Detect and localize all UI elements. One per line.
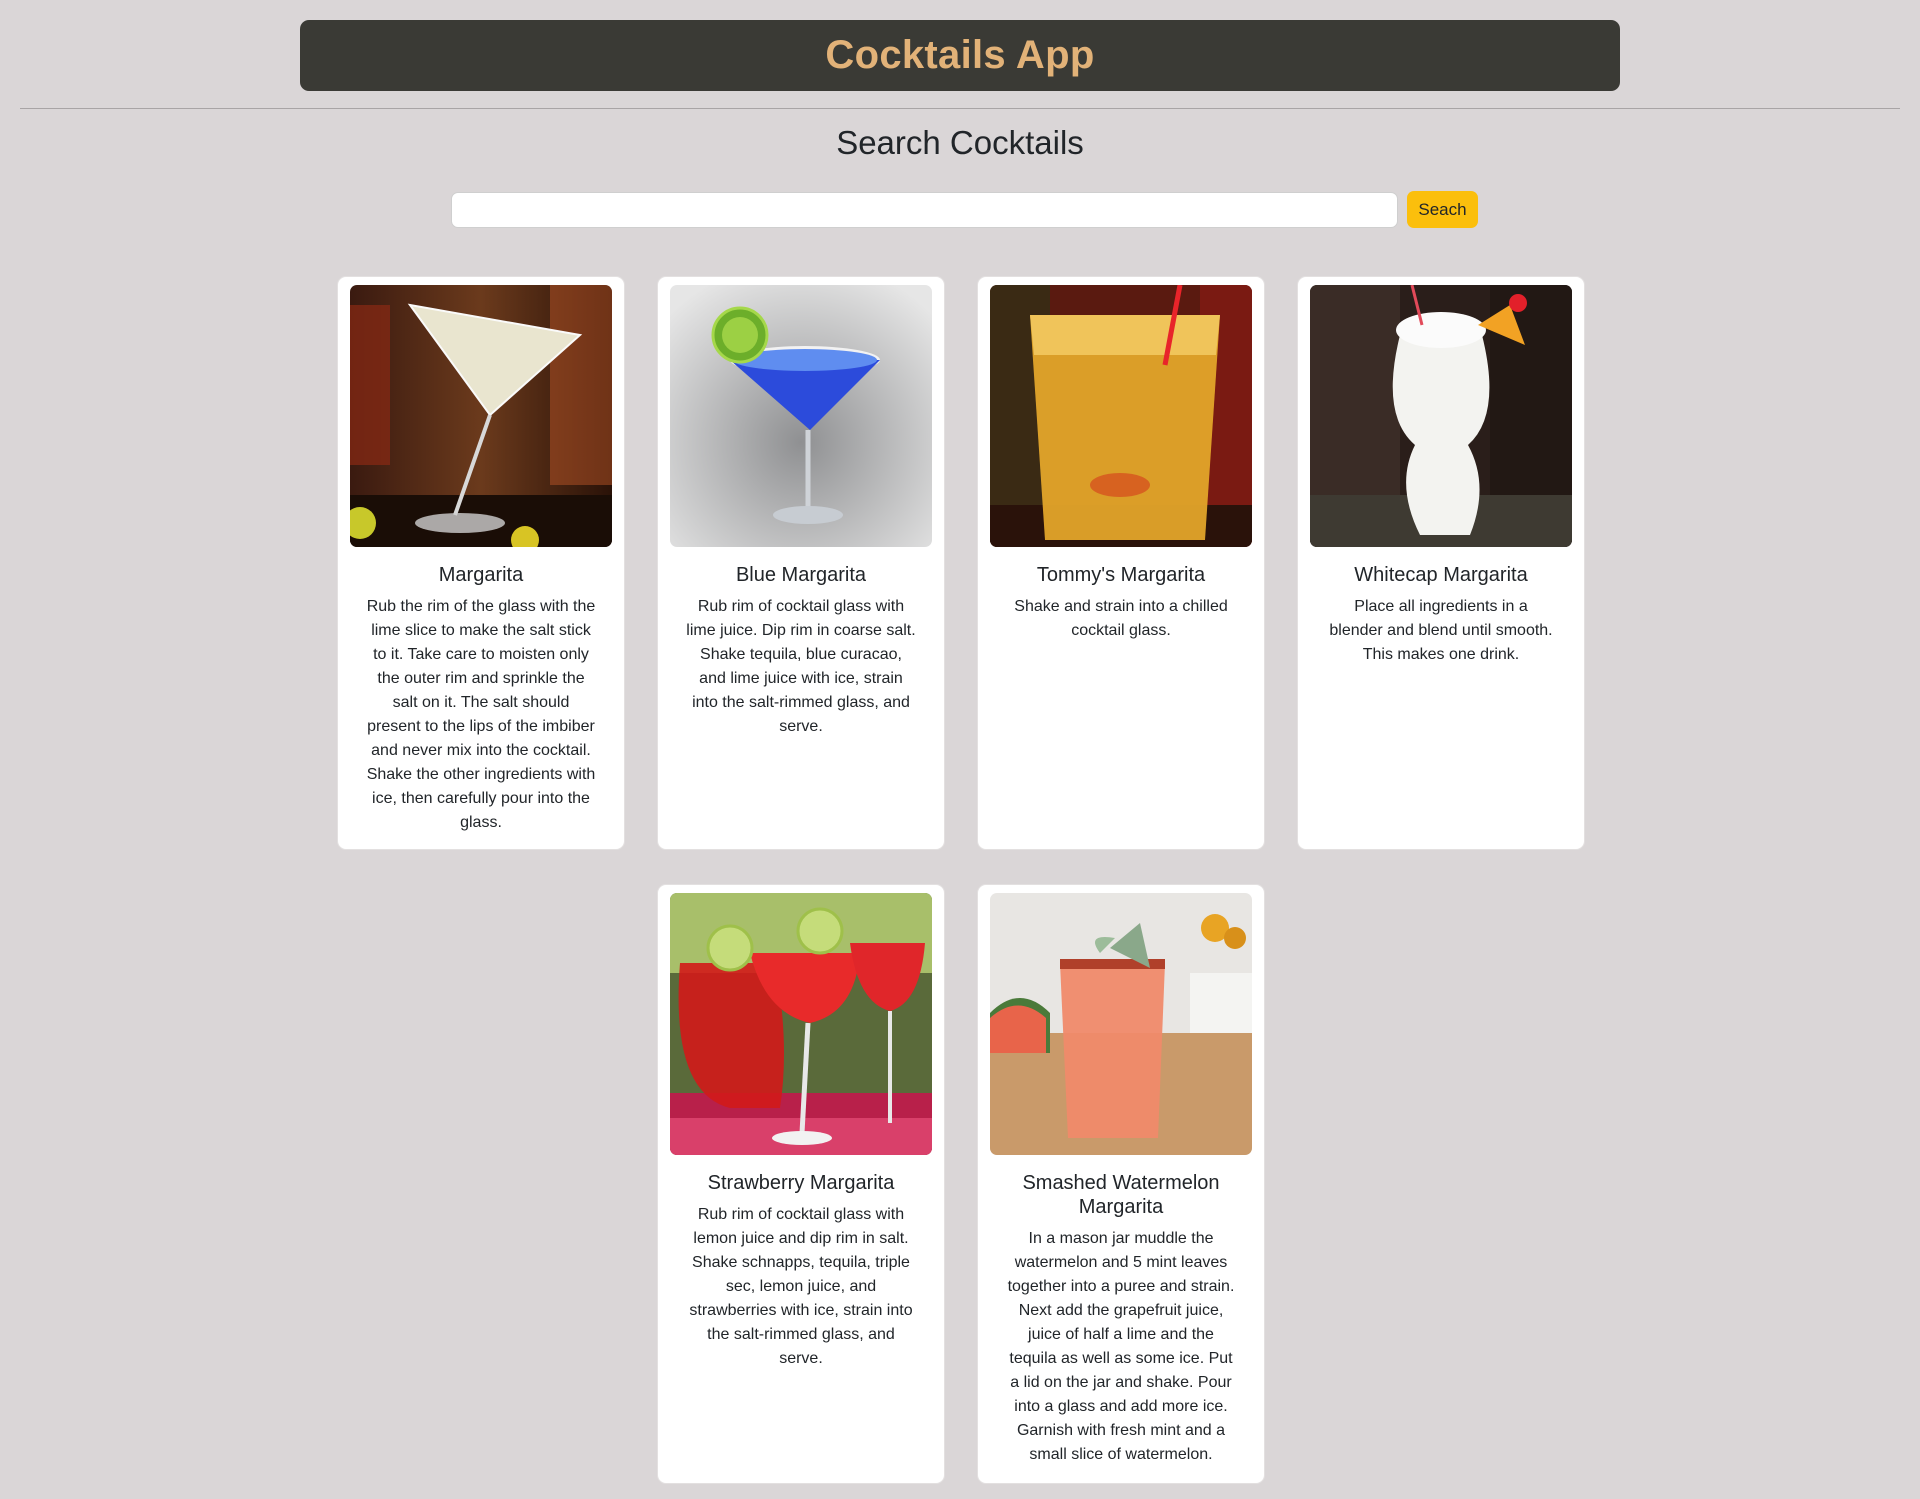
cocktail-instructions: In a mason jar muddle the watermelon and… [1007, 1230, 1235, 1463]
cocktail-card[interactable]: Smashed Watermelon Margarita In a mason … [977, 884, 1265, 1484]
search-input[interactable] [451, 192, 1398, 228]
search-button[interactable]: Seach [1407, 191, 1478, 228]
cocktail-name: Tommy's Margarita [1036, 564, 1206, 586]
cocktail-card[interactable]: Margarita Rub the rim of the glass with … [337, 276, 625, 850]
cocktail-name: Margarita [438, 564, 524, 586]
cocktail-card[interactable]: Tommy's Margarita Shake and strain into … [977, 276, 1265, 850]
cocktail-name: Blue Margarita [735, 564, 867, 586]
cocktail-card[interactable]: Blue Margarita Rub rim of cocktail glass… [657, 276, 945, 850]
app-header: Cocktails App [300, 20, 1620, 91]
rocks-glass-image[interactable] [990, 285, 1252, 547]
cocktail-name: Smashed Watermelon Margarita [1022, 1172, 1220, 1218]
cocktail-card[interactable]: Whitecap Margarita Place all ingredients… [1297, 276, 1585, 850]
watermelon-margarita-image[interactable] [990, 893, 1252, 1155]
cocktail-instructions: Place all ingredients in a blender and b… [1329, 598, 1553, 663]
cocktail-instructions: Rub rim of cocktail glass with lemon jui… [689, 1206, 913, 1367]
app-title: Cocktails App [825, 33, 1095, 77]
blue-margarita-image[interactable] [670, 285, 932, 547]
header-divider [20, 108, 1900, 109]
cocktail-name: Whitecap Margarita [1354, 564, 1528, 586]
martini-glass-image[interactable] [350, 285, 612, 547]
hurricane-glass-image[interactable] [1310, 285, 1572, 547]
cocktail-instructions: Shake and strain into a chilled cocktail… [1014, 598, 1228, 639]
cocktail-name: Strawberry Margarita [707, 1172, 895, 1194]
cocktail-instructions: Rub rim of cocktail glass with lime juic… [686, 598, 916, 735]
cocktail-card[interactable]: Strawberry Margarita Rub rim of cocktail… [657, 884, 945, 1484]
page-title: Search Cocktails [836, 124, 1084, 161]
strawberry-margarita-image[interactable] [670, 893, 932, 1155]
cocktail-instructions: Rub the rim of the glass with the lime s… [366, 598, 596, 831]
